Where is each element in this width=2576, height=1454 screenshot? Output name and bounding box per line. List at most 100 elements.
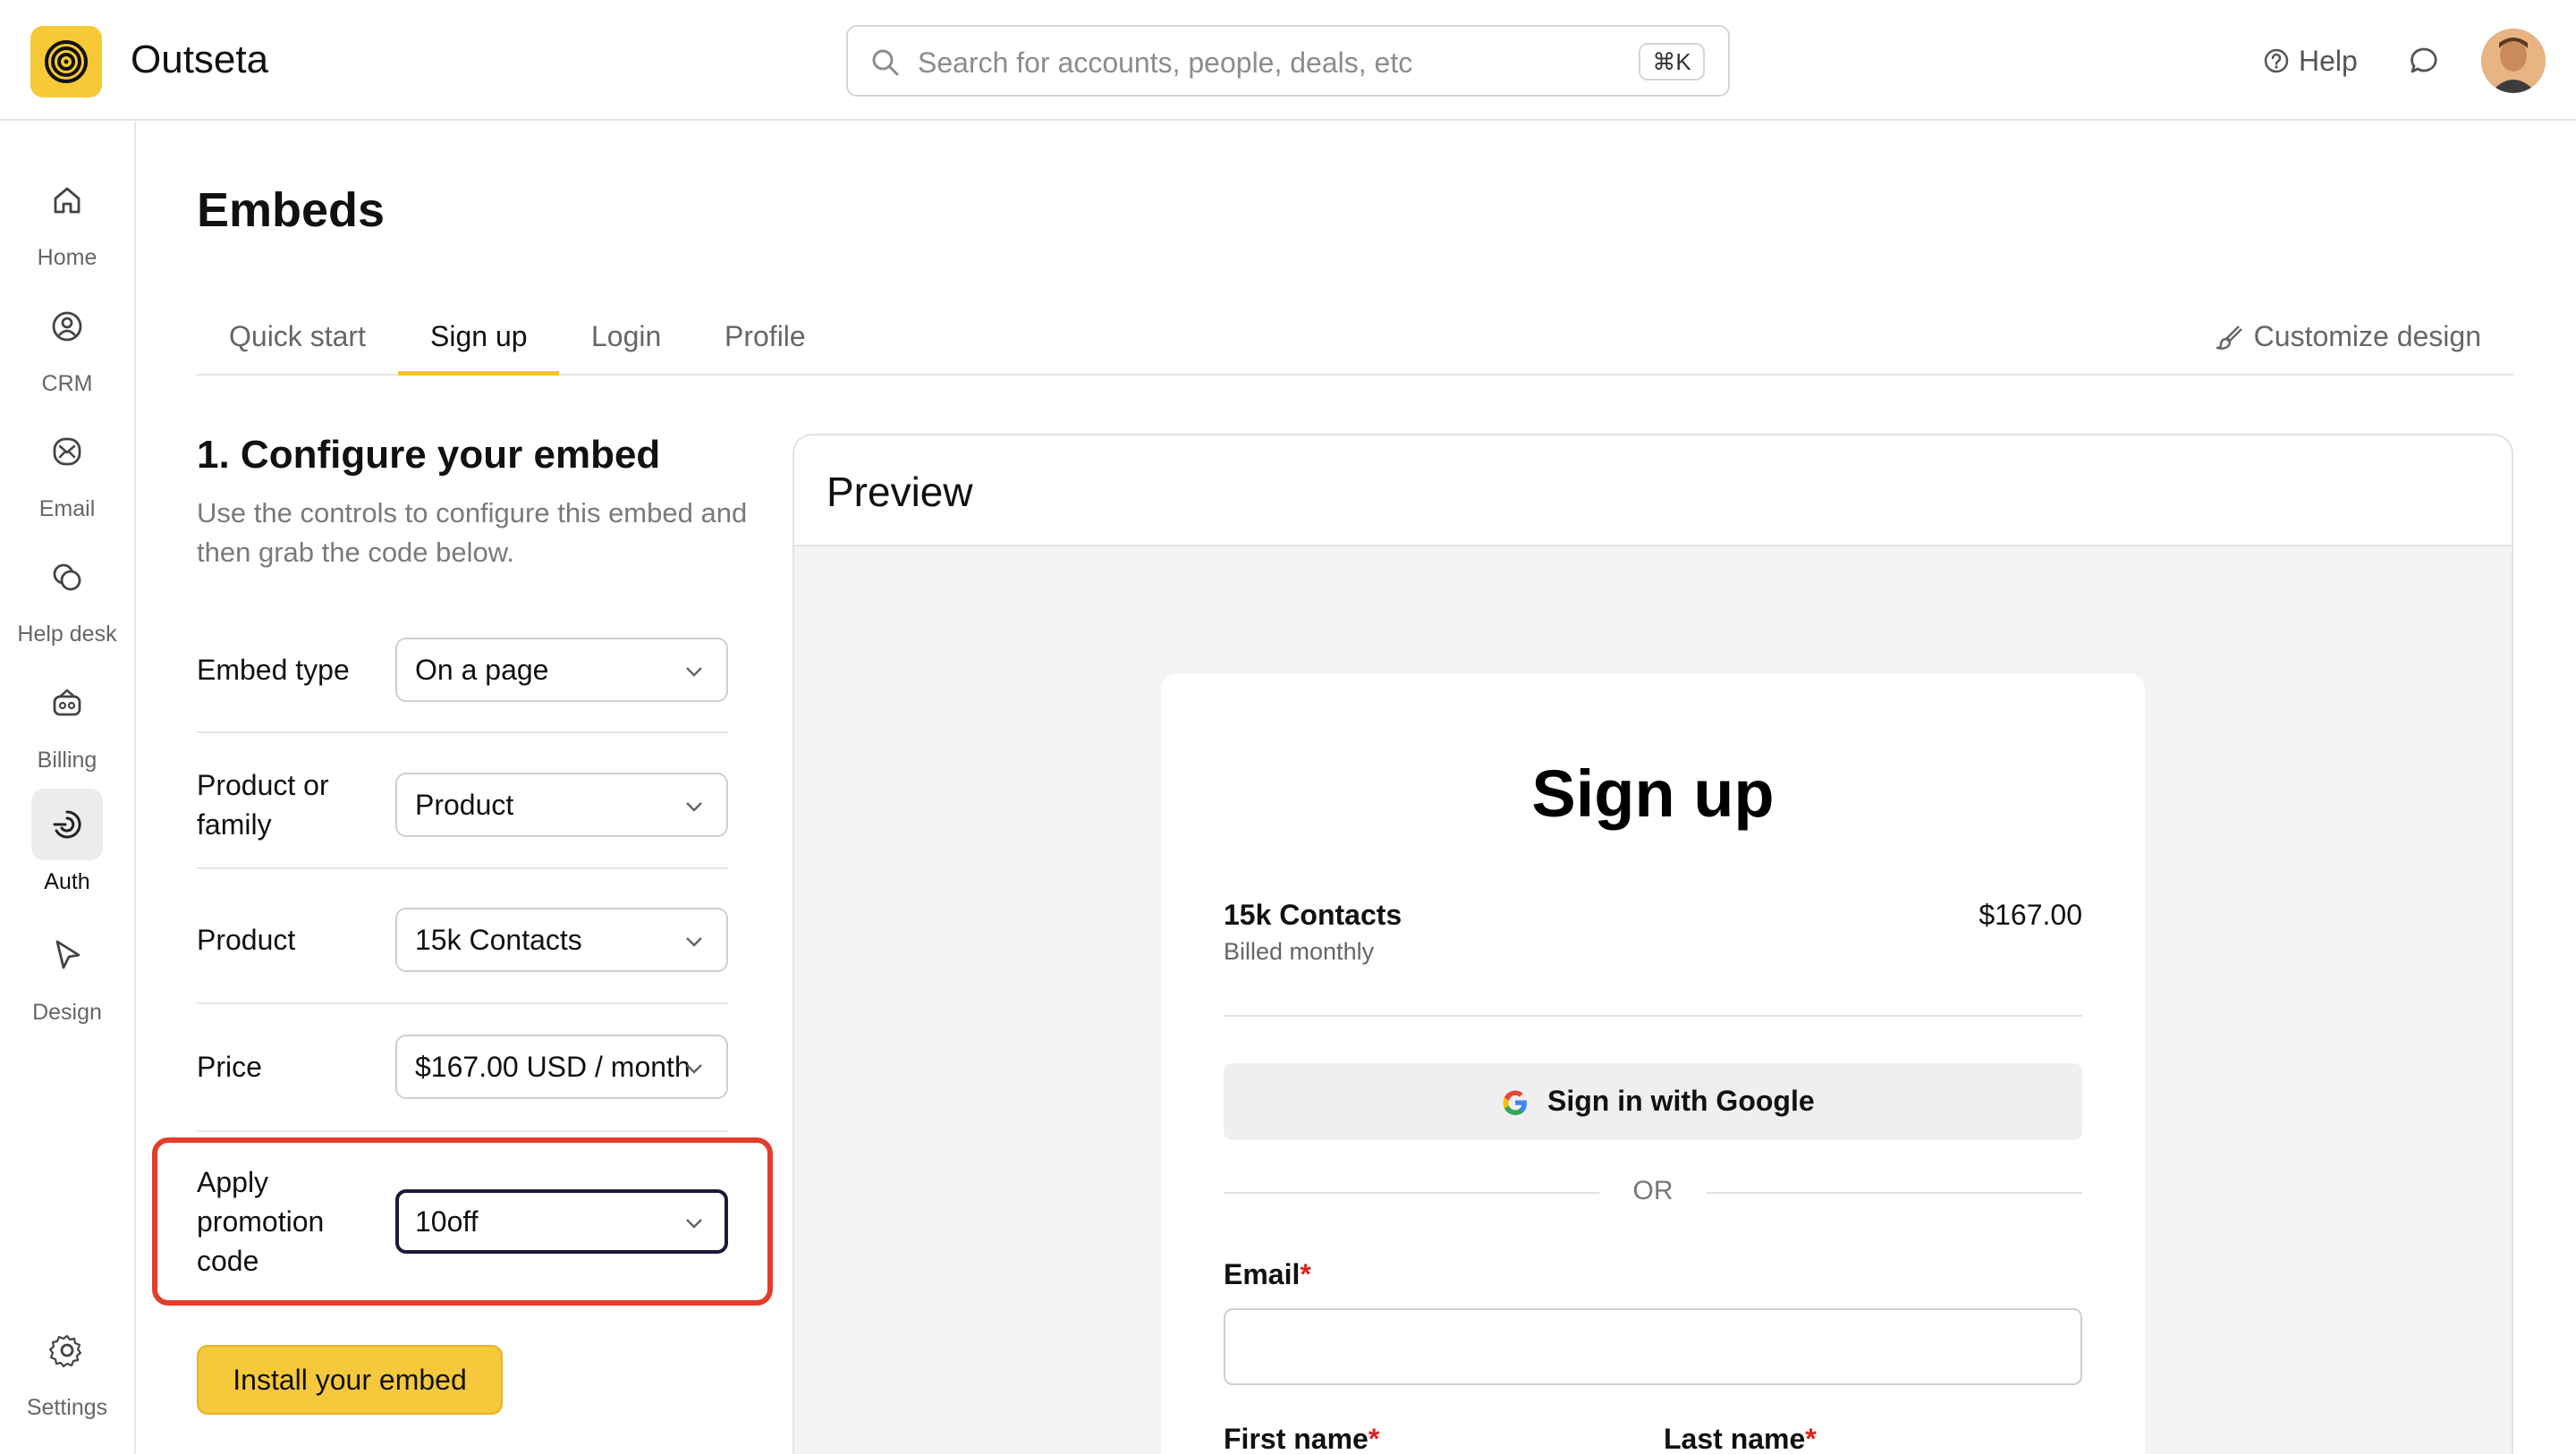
email-label-text: Email	[1224, 1258, 1301, 1290]
embed-tabs: Quick start Sign up Login Profile Custom…	[197, 304, 2513, 376]
sign-in-with-google-button[interactable]: Sign in with Google	[1224, 1063, 2082, 1140]
tab-sign-up[interactable]: Sign up	[430, 320, 528, 353]
email-label: Email*	[1224, 1258, 1311, 1291]
home-icon-box	[31, 165, 103, 236]
product-or-family-label: Product or family	[197, 769, 329, 841]
embed-type-value: On a page	[415, 654, 549, 686]
search-shortcut-badge: ⌘K	[1639, 43, 1705, 80]
preview-panel: Preview Sign up 15k Contacts Billed mont…	[792, 434, 2513, 1454]
sidebar-item-label: Auth	[44, 869, 90, 894]
tab-login[interactable]: Login	[591, 320, 661, 353]
app-name: Outseta	[131, 38, 269, 81]
sidebar-item-billing[interactable]: Billing	[0, 664, 134, 773]
google-icon	[1503, 1090, 1527, 1115]
page-title: Embeds	[197, 183, 386, 237]
embed-type-select[interactable]: On a page	[395, 638, 728, 702]
design-icon-box	[31, 919, 103, 991]
product-value: 15k Contacts	[415, 924, 582, 956]
preview-header: Preview	[794, 435, 2512, 546]
configure-title: 1. Configure your embed	[197, 433, 661, 477]
divider	[197, 731, 728, 733]
search-placeholder: Search for accounts, people, deals, etc	[918, 46, 1413, 79]
divider	[197, 867, 728, 869]
price-value: $167.00 USD / month	[415, 1051, 691, 1083]
auth-icon	[53, 810, 81, 839]
billing-icon-box	[31, 667, 103, 739]
required-marker: *	[1368, 1423, 1380, 1454]
sidebar-item-settings[interactable]: Settings	[0, 1311, 134, 1420]
divider	[1224, 1192, 1599, 1194]
or-separator: OR	[1632, 1176, 1674, 1205]
google-button-label: Sign in with Google	[1547, 1085, 1815, 1117]
chevron-down-icon	[686, 802, 702, 812]
signup-form-card: Sign up 15k Contacts Billed monthly $167…	[1161, 673, 2145, 1454]
design-icon	[55, 940, 80, 969]
sidebar-item-label: Home	[37, 245, 97, 270]
search-icon	[872, 49, 899, 76]
sidebar-item-label: Design	[32, 1000, 102, 1025]
sidebar-item-label: Email	[38, 496, 96, 521]
price-row: Price $167.00 USD / month	[197, 1035, 728, 1099]
product-row: Product 15k Contacts	[197, 908, 728, 972]
required-marker: *	[1805, 1423, 1817, 1454]
sidebar-item-auth[interactable]: Auth	[0, 785, 134, 894]
signup-title: Sign up	[1531, 757, 1775, 831]
help-desk-icon	[53, 563, 81, 591]
sidebar-item-help-desk[interactable]: Help desk	[0, 537, 134, 647]
top-bar: Outseta Search for accounts, people, dea…	[0, 0, 2576, 121]
sidebar-item-design[interactable]: Design	[0, 916, 134, 1025]
email-icon	[53, 437, 81, 466]
email-icon-box	[31, 416, 103, 487]
email-field[interactable]	[1224, 1308, 2082, 1385]
divider	[197, 1130, 728, 1132]
divider	[1707, 1192, 2082, 1194]
chevron-down-icon	[686, 1064, 702, 1074]
required-marker: *	[1300, 1258, 1311, 1290]
crm-icon-box	[31, 291, 103, 362]
help-icon	[2264, 48, 2289, 73]
help-desk-icon-box	[31, 541, 103, 613]
tab-quick-start[interactable]: Quick start	[229, 320, 366, 353]
customize-design-link[interactable]: Customize design	[2215, 320, 2481, 353]
plan-price: $167.00	[1979, 899, 2082, 931]
sidebar-item-label: Billing	[37, 748, 97, 773]
chevron-down-icon	[686, 667, 702, 677]
outseta-logo[interactable]	[30, 26, 102, 97]
product-or-family-row: Product or family Product	[197, 765, 728, 844]
billing-period: Billed monthly	[1224, 938, 1375, 965]
global-search[interactable]: Search for accounts, people, deals, etc …	[846, 25, 1730, 97]
configure-subtitle: Use the controls to configure this embed…	[197, 497, 748, 568]
embed-type-label: Embed type	[197, 654, 350, 686]
crm-icon	[52, 311, 82, 342]
gear-icon	[49, 1334, 82, 1368]
user-avatar[interactable]	[2481, 29, 2546, 93]
sidebar-item-crm[interactable]: CRM	[0, 287, 134, 396]
last-name-label-text: Last name	[1664, 1423, 1806, 1454]
embed-type-row: Embed type On a page	[197, 638, 728, 702]
promotion-highlight-box	[152, 1137, 773, 1306]
sidebar-item-label: Settings	[26, 1395, 108, 1420]
price-select[interactable]: $167.00 USD / month	[395, 1035, 728, 1099]
sidebar-item-home[interactable]: Home	[0, 161, 134, 270]
brush-icon	[2216, 325, 2242, 350]
divider	[1224, 1015, 2082, 1017]
customize-design-label: Customize design	[2253, 320, 2481, 352]
help-label: Help	[2299, 44, 2358, 77]
logo-icon	[45, 40, 88, 83]
plan-name: 15k Contacts	[1224, 899, 1402, 931]
chevron-down-icon	[686, 937, 702, 947]
active-tab-indicator	[398, 371, 559, 376]
help-link[interactable]: Help	[2263, 41, 2358, 80]
tab-profile[interactable]: Profile	[724, 320, 806, 353]
product-label: Product	[197, 924, 296, 956]
install-embed-button[interactable]: Install your embed	[197, 1345, 503, 1415]
home-icon	[54, 187, 80, 214]
product-select[interactable]: 15k Contacts	[395, 908, 728, 972]
first-name-label-text: First name	[1224, 1423, 1368, 1454]
product-or-family-select[interactable]: Product	[395, 773, 728, 837]
sidebar: Home CRM Email Help desk Billing Auth De…	[0, 122, 136, 1454]
billing-icon	[53, 689, 81, 716]
chat-icon[interactable]	[2408, 45, 2440, 77]
settings-icon-box	[31, 1315, 103, 1386]
sidebar-item-email[interactable]: Email	[0, 412, 134, 521]
